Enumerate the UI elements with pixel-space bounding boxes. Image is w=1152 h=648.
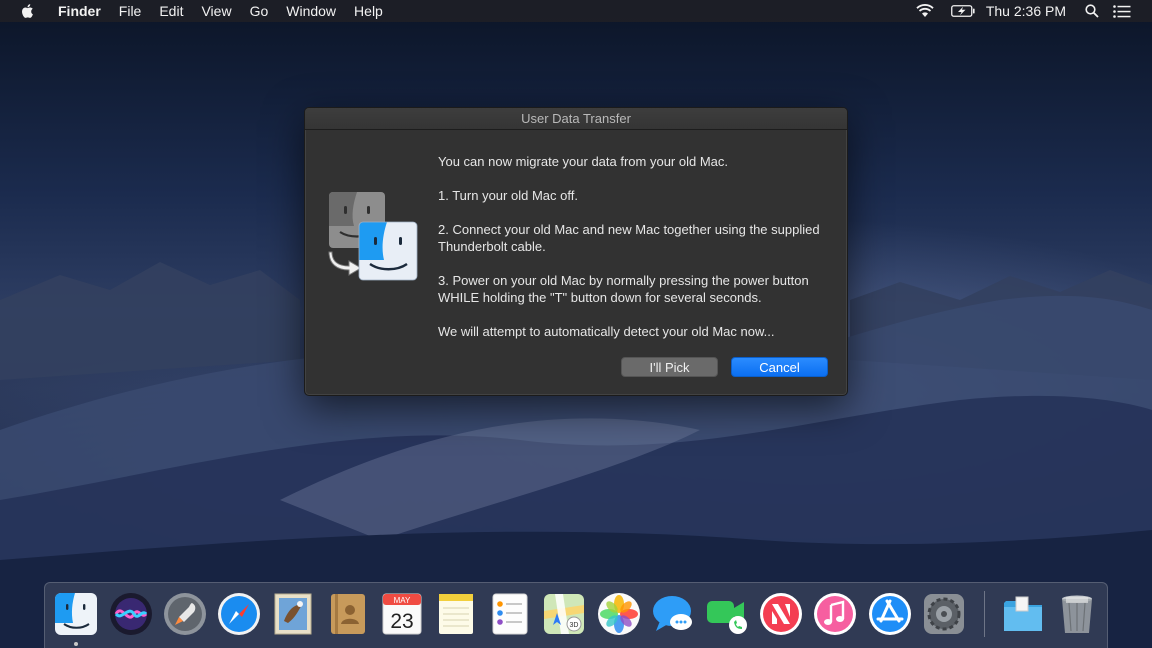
apple-menu-icon[interactable] [18,1,38,21]
notification-center-icon[interactable] [1112,0,1132,22]
dock-messages-icon[interactable] [650,591,696,637]
battery-charging-icon[interactable] [950,0,976,22]
dialog-paragraph-detect: We will attempt to automatically detect … [438,324,775,339]
dock-mail-icon[interactable] [270,591,316,637]
dock-reminders-icon[interactable] [487,591,533,637]
menu-window[interactable]: Window [277,0,345,22]
dock-news-icon[interactable] [758,591,804,637]
menu-bar: Finder File Edit View Go Window Help Thu… [0,0,1152,22]
svg-text:3D: 3D [570,622,579,629]
menu-file[interactable]: File [110,0,151,22]
dock-trash-icon[interactable] [1054,591,1100,637]
dock-itunes-icon[interactable] [812,591,858,637]
menu-edit[interactable]: Edit [150,0,192,22]
menubar-clock[interactable]: Thu 2:36 PM [986,3,1066,19]
wifi-icon[interactable] [914,0,936,22]
dock-maps-icon[interactable]: 3D [541,591,587,637]
menu-help[interactable]: Help [345,0,392,22]
dock-safari-icon[interactable] [216,591,262,637]
dialog-paragraph-step-3: 3. Power on your old Mac by normally pre… [438,273,809,305]
cancel-button[interactable]: Cancel [731,357,828,377]
dialog-title: User Data Transfer [305,108,847,130]
dialog-message: You can now migrate your data from your … [438,153,838,357]
dialog-paragraph-step-2: 2. Connect your old Mac and new Mac toge… [438,222,820,254]
menu-app-finder[interactable]: Finder [52,0,110,22]
finder-running-indicator [74,642,78,646]
dock-facetime-icon[interactable] [704,591,750,637]
dialog-paragraph-step-1: 1. Turn your old Mac off. [438,188,578,203]
dock-separator [984,591,985,637]
ill-pick-button[interactable]: I'll Pick [621,357,718,377]
dock-launchpad-icon[interactable] [162,591,208,637]
dock-downloads-folder-icon[interactable] [1000,591,1046,637]
spotlight-search-icon[interactable] [1082,0,1102,22]
dock: MAY 23 3D [44,582,1108,648]
dock-contacts-icon[interactable] [325,591,371,637]
dock-finder-icon[interactable] [53,591,99,637]
calendar-month-label: MAY [394,596,411,605]
dock-calendar-icon[interactable]: MAY 23 [379,591,425,637]
menu-view[interactable]: View [192,0,240,22]
user-data-transfer-dialog: User Data Transfer You can now migrate y… [304,107,848,396]
dock-siri-icon[interactable] [108,591,154,637]
dock-app-store-icon[interactable] [867,591,913,637]
dialog-paragraph-intro: You can now migrate your data from your … [438,154,728,169]
dock-system-preferences-icon[interactable] [921,591,967,637]
dock-notes-icon[interactable] [433,591,479,637]
dock-photos-icon[interactable] [596,591,642,637]
migration-assistant-icon [327,190,419,282]
menu-go[interactable]: Go [241,0,278,22]
calendar-day-label: 23 [390,610,413,633]
